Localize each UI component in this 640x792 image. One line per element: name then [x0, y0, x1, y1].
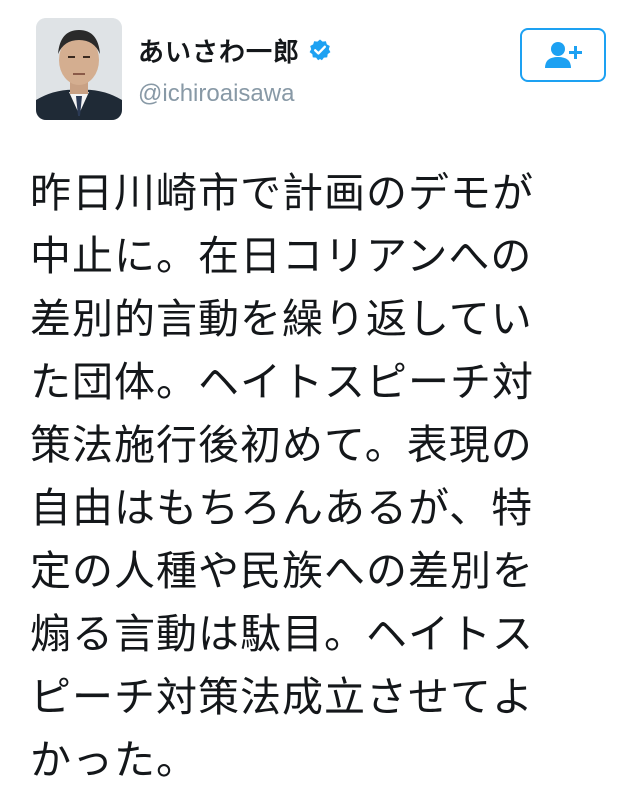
tweet-text-line: 策法施行後初めて。表現の	[30, 421, 533, 469]
tweet-text-line: かった。	[30, 736, 198, 784]
verified-badge-icon	[308, 38, 332, 62]
add-user-icon	[545, 42, 582, 68]
tweet-text-line: た団体。ヘイトスピーチ対	[30, 358, 534, 406]
follow-button[interactable]	[520, 28, 606, 82]
tweet-text-line: 差別的言動を繰り返してい	[30, 295, 533, 343]
tweet-text-line: ピーチ対策法成立させてよ	[30, 673, 534, 721]
tweet-text-line: 昨日川崎市で計画のデモが	[30, 169, 534, 217]
user-photo-icon	[36, 18, 122, 120]
tweet-text-line: 中止に。在日コリアンへの	[30, 232, 533, 280]
tweet-text-line: 定の人種や民族への差別を	[30, 547, 534, 595]
name-row: あいさわ一郎	[138, 32, 332, 68]
display-name[interactable]: あいさわ一郎	[138, 32, 300, 69]
tweet-text: 昨日川崎市で計画のデモが 中止に。在日コリアンへの 差別的言動を繰り返してい た…	[30, 162, 620, 792]
tweet-text-line: 自由はもちろんあるが、特	[30, 484, 534, 532]
tweet-header: あいさわ一郎 @ichiroaisawa	[0, 0, 640, 150]
user-handle[interactable]: @ichiroaisawa	[138, 80, 294, 108]
tweet-text-line: 煽る言動は駄目。ヘイトス	[30, 610, 534, 658]
avatar[interactable]	[36, 18, 122, 120]
